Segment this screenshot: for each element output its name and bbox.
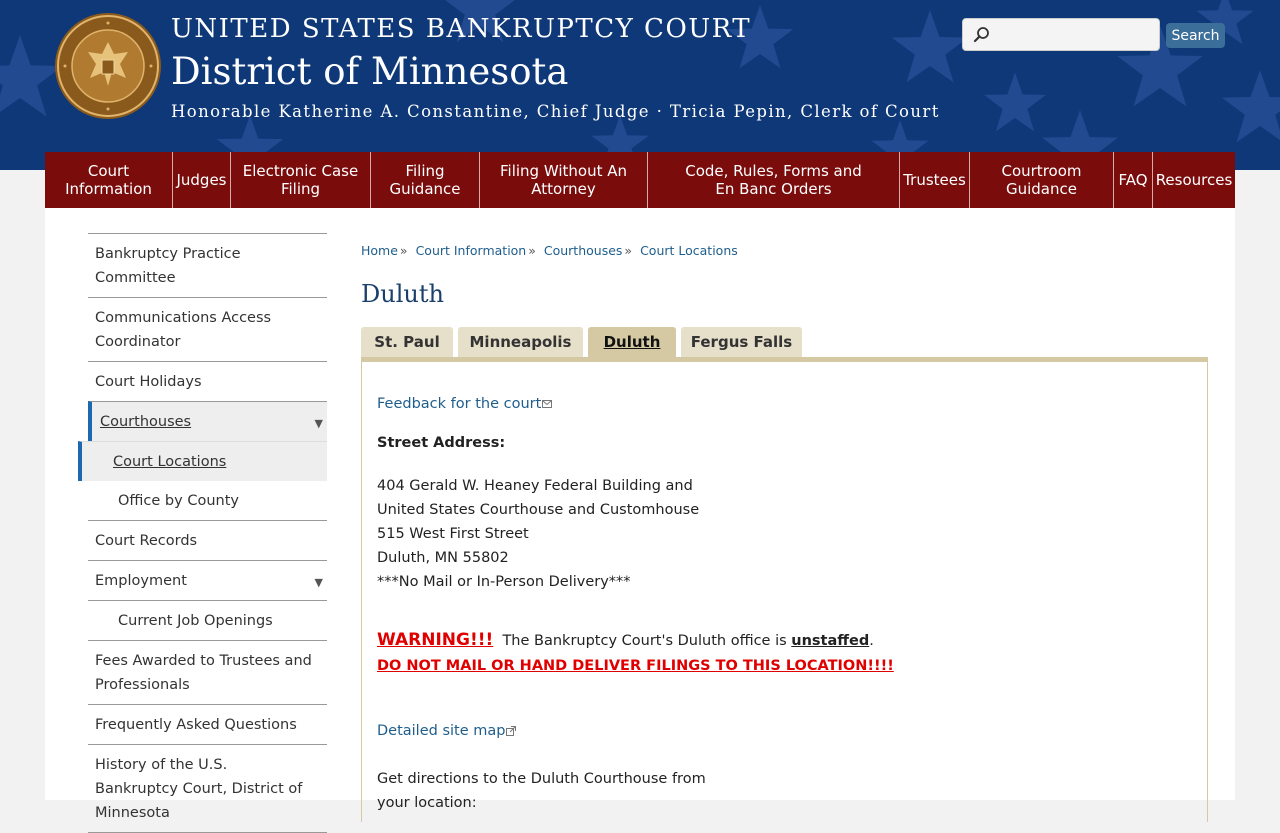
directions-text: Get directions to the Duluth Courthouse … bbox=[377, 767, 706, 815]
tab-minneapolis[interactable]: Minneapolis bbox=[458, 327, 583, 357]
search-button[interactable]: Search bbox=[1166, 23, 1225, 48]
sidebar-item-label: Bankruptcy Practice Committee bbox=[95, 246, 241, 286]
breadcrumb-courthouses[interactable]: Courthouses bbox=[544, 243, 623, 258]
sidebar-item-label: Employment bbox=[95, 573, 187, 589]
breadcrumb-separator: » bbox=[624, 243, 633, 258]
address-line: Duluth, MN 55802 bbox=[377, 550, 509, 566]
page-title: Duluth bbox=[361, 280, 444, 308]
address-line: ***No Mail or In-Person Delivery*** bbox=[377, 574, 631, 590]
nav-item-filing-without-an-attorney[interactable]: Filing Without An Attorney bbox=[480, 152, 648, 208]
nav-item-filing-guidance[interactable]: Filing Guidance bbox=[371, 152, 480, 208]
sidebar-item-label: History of the U.S. Bankruptcy Court, Di… bbox=[95, 757, 303, 821]
warning-text: The Bankruptcy Court's Duluth office is bbox=[502, 633, 787, 649]
sidebar-item-label: Office by County bbox=[118, 493, 239, 509]
breadcrumb-home[interactable]: Home bbox=[361, 243, 398, 258]
search-icon bbox=[973, 27, 989, 43]
external-link-icon bbox=[506, 726, 517, 736]
feedback-link[interactable]: Feedback for the court bbox=[377, 396, 541, 412]
warning-period: . bbox=[869, 633, 874, 649]
nav-item-courtroom-guidance[interactable]: Courtroom Guidance bbox=[970, 152, 1114, 208]
address-line: 515 West First Street bbox=[377, 526, 529, 542]
mail-icon bbox=[542, 400, 553, 408]
breadcrumb-separator: » bbox=[399, 243, 408, 258]
sidebar-item-courthouses[interactable]: Courthouses ▼ bbox=[88, 401, 327, 441]
tab-fergus-falls[interactable]: Fergus Falls bbox=[681, 327, 802, 357]
warning-notice: DO NOT MAIL OR HAND DELIVER FILINGS TO T… bbox=[377, 658, 894, 674]
main-navigation: Court Information Judges Electronic Case F… bbox=[45, 152, 1235, 208]
site-map-row: Detailed site map bbox=[377, 723, 517, 739]
nav-item-electronic-case-filing[interactable]: Electronic Case Filing bbox=[231, 152, 371, 208]
judges-line: Honorable Katherine A. Constantine, Chie… bbox=[171, 102, 940, 121]
location-tabs: St. Paul Minneapolis Duluth Fergus Falls bbox=[361, 327, 807, 357]
sidebar-item-fees-awarded[interactable]: Fees Awarded to Trustees and Professiona… bbox=[88, 640, 327, 704]
street-address-label: Street Address: bbox=[377, 435, 506, 451]
sidebar-item-current-job-openings[interactable]: Current Job Openings bbox=[88, 600, 327, 640]
tab-duluth[interactable]: Duluth bbox=[588, 327, 676, 357]
sidebar-item-label: Court Locations bbox=[113, 454, 227, 470]
sidebar-item-label: Frequently Asked Questions bbox=[95, 717, 297, 733]
tab-panel: Feedback for the court Street Address: 4… bbox=[361, 362, 1208, 822]
address-line: United States Courthouse and Customhouse bbox=[377, 502, 700, 518]
directions-line: Get directions to the Duluth Courthouse … bbox=[377, 771, 706, 787]
feedback-row: Feedback for the court bbox=[377, 396, 553, 412]
search-input[interactable] bbox=[997, 23, 1157, 48]
sidebar-item-label: Current Job Openings bbox=[118, 613, 273, 629]
address-line: 404 Gerald W. Heaney Federal Building an… bbox=[377, 478, 693, 494]
nav-item-court-information[interactable]: Court Information bbox=[45, 152, 173, 208]
nav-item-judges[interactable]: Judges bbox=[173, 152, 231, 208]
court-name: UNITED STATES BANKRUPTCY COURT bbox=[171, 14, 752, 44]
main-content: Bankruptcy Practice Committee Communicat… bbox=[45, 208, 1235, 833]
sidebar-item-court-locations[interactable]: Court Locations bbox=[78, 441, 327, 481]
district-name[interactable]: District of Minnesota bbox=[171, 50, 568, 93]
sidebar-item-history[interactable]: History of the U.S. Bankruptcy Court, Di… bbox=[88, 744, 327, 832]
nav-item-trustees[interactable]: Trustees bbox=[900, 152, 970, 208]
sidebar-item-court-records[interactable]: Court Records bbox=[88, 520, 327, 560]
warning-notice-row: DO NOT MAIL OR HAND DELIVER FILINGS TO T… bbox=[377, 658, 894, 674]
breadcrumb: Home» Court Information» Courthouses» Co… bbox=[361, 243, 738, 258]
sidebar-item-communications-access-coordinator[interactable]: Communications Access Coordinator bbox=[88, 297, 327, 361]
warning-label: WARNING!!! bbox=[377, 630, 494, 650]
sidebar-item-label: Fees Awarded to Trustees and Professiona… bbox=[95, 653, 312, 693]
directions-line: your location: bbox=[377, 795, 477, 811]
sidebar-item-label: Courthouses bbox=[100, 414, 192, 430]
sidebar-item-label: Court Records bbox=[95, 533, 198, 549]
breadcrumb-separator: » bbox=[528, 243, 536, 258]
breadcrumb-court-locations[interactable]: Court Locations bbox=[640, 243, 738, 258]
sidebar-item-label: Court Holidays bbox=[95, 374, 202, 390]
site-map-link[interactable]: Detailed site map bbox=[377, 723, 505, 739]
sidebar-item-faq[interactable]: Frequently Asked Questions bbox=[88, 704, 327, 744]
street-address: 404 Gerald W. Heaney Federal Building an… bbox=[377, 474, 699, 594]
sidebar-item-label: Communications Access Coordinator bbox=[95, 310, 272, 350]
nav-item-code-rules-forms-and-en-banc-orders[interactable]: Code, Rules, Forms and En Banc Orders bbox=[648, 152, 900, 208]
site-header: UNITED STATES BANKRUPTCY COURT District … bbox=[0, 0, 1280, 170]
sidebar-item-bankruptcy-practice-committee[interactable]: Bankruptcy Practice Committee bbox=[88, 233, 327, 297]
court-seal-logo bbox=[55, 13, 161, 119]
sidebar: Bankruptcy Practice Committee Communicat… bbox=[78, 233, 327, 833]
sidebar-item-office-by-county[interactable]: Office by County bbox=[88, 481, 327, 520]
warning-row: WARNING!!! The Bankruptcy Court's Duluth… bbox=[377, 630, 874, 650]
caret-down-icon[interactable]: ▼ bbox=[315, 412, 323, 436]
search-box bbox=[962, 18, 1160, 51]
tab-st-paul[interactable]: St. Paul bbox=[361, 327, 453, 357]
nav-item-faq[interactable]: FAQ bbox=[1114, 152, 1153, 208]
warning-unstaffed: unstaffed bbox=[791, 633, 870, 649]
sidebar-item-employment[interactable]: Employment ▼ bbox=[88, 560, 327, 600]
sidebar-item-court-holidays[interactable]: Court Holidays bbox=[88, 361, 327, 401]
caret-down-icon[interactable]: ▼ bbox=[315, 571, 323, 595]
breadcrumb-court-information[interactable]: Court Information bbox=[416, 243, 527, 258]
nav-item-resources[interactable]: Resources bbox=[1153, 152, 1235, 208]
